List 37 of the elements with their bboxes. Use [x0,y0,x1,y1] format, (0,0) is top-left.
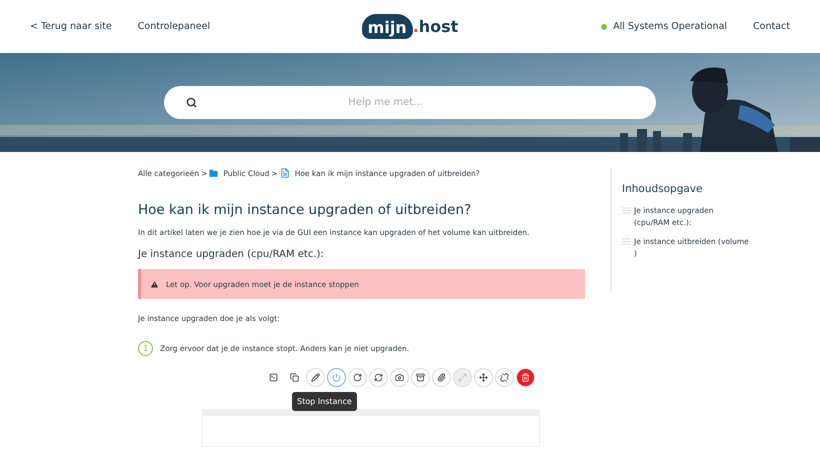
toolbar-button[interactable] [348,368,367,387]
warning-icon [150,280,159,288]
copy-icon [290,373,299,382]
terminal-icon [269,373,278,382]
status-link[interactable]: All Systems Operational [613,21,728,32]
toolbar-button[interactable] [390,368,409,387]
section-heading: Je instance upgraden (cpu/RAM etc.): [138,249,325,260]
expand-icon [458,373,467,382]
paperclip-icon [437,373,446,382]
archive-icon [416,373,425,382]
move-icon [479,373,488,382]
toolbar-button[interactable] [474,368,493,387]
tooltip: Stop Instance [292,392,357,411]
list-icon [622,238,631,246]
toolbar-button[interactable] [369,368,388,387]
search-icon [186,97,197,108]
toolbar-button[interactable] [432,368,451,387]
step-number: 1 [138,341,153,356]
search-bar[interactable]: Help me met... [164,86,656,119]
document-icon [280,168,290,178]
folder-icon [209,168,218,178]
nav-link[interactable]: < Terug naar site [30,21,112,32]
refresh-icon [374,373,383,382]
trash-icon [521,373,530,382]
nav-link[interactable]: Controlepaneel [138,21,210,32]
toolbar-button[interactable] [411,368,430,387]
sidebar-title: Inhoudsopgave [622,183,704,195]
toolbar-button[interactable] [495,368,514,387]
list-icon [622,207,631,214]
toolbar-button[interactable] [306,368,325,387]
camera-icon [395,373,404,382]
article-title: Hoe kan ik mijn instance upgraden of uitbreiden? [138,202,472,218]
unlink-icon [500,373,509,382]
pencil-icon [311,373,320,382]
nav-link[interactable]: Contact [753,21,790,32]
power-icon [332,373,341,382]
rotate-icon [353,373,362,382]
